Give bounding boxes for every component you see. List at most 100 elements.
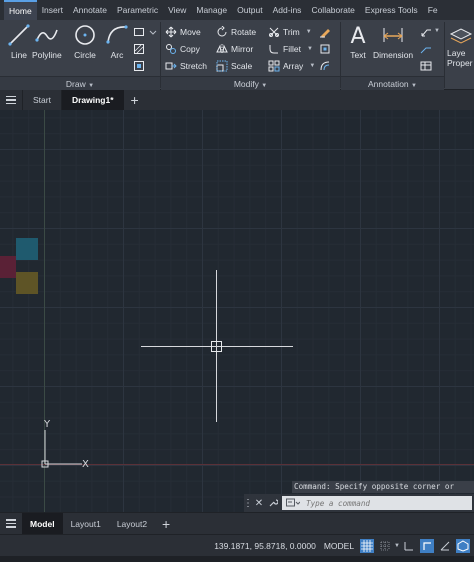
- command-input-box[interactable]: [282, 496, 472, 510]
- rotate-button[interactable]: Rotate: [216, 24, 256, 40]
- move-label: Move: [180, 27, 201, 37]
- tab-insert[interactable]: Insert: [37, 0, 68, 20]
- tab-featured[interactable]: Fe: [423, 0, 443, 20]
- layout-tab-layout2[interactable]: Layout2: [109, 513, 155, 535]
- chevron-down-icon[interactable]: [147, 26, 159, 38]
- copy-label: Copy: [180, 44, 200, 54]
- tab-view[interactable]: View: [163, 0, 191, 20]
- new-tab-button[interactable]: +: [124, 90, 146, 110]
- chevron-down-icon[interactable]: ▼: [306, 29, 312, 35]
- tab-home[interactable]: Home: [4, 0, 37, 20]
- layout-tab-bar: Model Layout1 Layout2 +: [0, 512, 474, 535]
- draw-group: Line Polyline Circle Arc Draw ▼: [0, 20, 160, 90]
- copy-icon: [166, 44, 176, 54]
- new-layout-button[interactable]: +: [155, 514, 177, 534]
- line-icon: [8, 24, 30, 46]
- plus-icon: +: [161, 515, 171, 532]
- tab-collaborate[interactable]: Collaborate: [306, 0, 359, 20]
- grid-toggle[interactable]: [360, 538, 375, 553]
- circle-button[interactable]: Circle: [72, 22, 98, 60]
- rotate-label: Rotate: [231, 27, 257, 37]
- chevron-down-icon[interactable]: ▼: [309, 63, 315, 69]
- tab-annotate[interactable]: Annotate: [68, 0, 112, 20]
- annotation-group-label[interactable]: Annotation ▼: [341, 76, 444, 90]
- copy-button[interactable]: Copy: [165, 41, 200, 57]
- hamburger-icon: [6, 95, 16, 98]
- tab-express-tools[interactable]: Express Tools: [360, 0, 423, 20]
- tab-manage[interactable]: Manage: [191, 0, 232, 20]
- layout-tab-layout1[interactable]: Layout1: [63, 513, 109, 535]
- hatch-icon[interactable]: [133, 43, 145, 55]
- ellipse-icon[interactable]: [133, 60, 145, 72]
- chevron-down-icon[interactable]: ▼: [394, 543, 400, 549]
- polyline-button[interactable]: Polyline: [32, 22, 62, 60]
- text-icon: A: [350, 24, 365, 48]
- chevron-down-icon[interactable]: ▼: [307, 46, 313, 52]
- ucs-x-label: X: [82, 459, 89, 468]
- annotation-label: Annotation: [368, 79, 409, 89]
- trim-label: Trim: [283, 27, 300, 37]
- fillet-button[interactable]: Fillet ▼: [268, 41, 313, 57]
- array-button[interactable]: Array ▼: [268, 58, 315, 74]
- ribbon-panel: Line Polyline Circle Arc Draw ▼ Move Rot…: [0, 20, 474, 90]
- modify-group: Move Rotate Trim ▼ Copy Mirror Fillet ▼: [161, 20, 340, 90]
- mirror-icon: [216, 44, 228, 54]
- polar-tracking-toggle[interactable]: [438, 539, 452, 553]
- line-button[interactable]: Line: [6, 22, 32, 60]
- chevron-down-icon: ▼: [411, 83, 417, 89]
- close-icon[interactable]: ✕: [252, 494, 266, 512]
- erase-icon[interactable]: [319, 26, 331, 38]
- move-button[interactable]: Move: [165, 24, 201, 40]
- text-button[interactable]: A Text: [345, 22, 371, 60]
- offset-icon[interactable]: [319, 60, 331, 72]
- dimension-button[interactable]: Dimension: [373, 22, 413, 60]
- grid-icon: [361, 539, 374, 552]
- drawing-canvas[interactable]: Y X: [0, 110, 474, 512]
- mirror-button[interactable]: Mirror: [216, 41, 253, 57]
- draw-label: Draw: [65, 79, 86, 89]
- constraint-icon: [404, 541, 413, 550]
- array-icon: [268, 60, 280, 72]
- snap-mode-button[interactable]: [378, 539, 392, 553]
- tab-parametric[interactable]: Parametric: [112, 0, 163, 20]
- cursor-coordinates[interactable]: 139.1871, 95.8718, 0.0000: [214, 541, 316, 551]
- file-tab-start[interactable]: Start: [22, 90, 61, 110]
- leader-icon[interactable]: [420, 43, 432, 55]
- fillet-label: Fillet: [283, 44, 301, 54]
- array-label: Array: [283, 61, 304, 71]
- isodraft-toggle[interactable]: [456, 538, 470, 553]
- modify-group-label[interactable]: Modify ▼: [161, 76, 340, 90]
- stretch-button[interactable]: Stretch: [165, 58, 207, 74]
- ucs-y-label: Y: [43, 419, 51, 430]
- chevron-down-icon[interactable]: ▼: [434, 28, 440, 34]
- window-bottom-edge: [0, 556, 474, 562]
- draw-group-label[interactable]: Draw ▼: [0, 76, 160, 90]
- rectangle-icon[interactable]: [133, 26, 145, 38]
- layout-tab-model[interactable]: Model: [22, 512, 63, 535]
- yellow-swatch: [16, 272, 38, 294]
- table-icon[interactable]: [420, 60, 432, 72]
- arc-button[interactable]: Arc: [104, 22, 130, 60]
- command-input[interactable]: [304, 498, 472, 508]
- file-tab-menu-button[interactable]: [0, 90, 22, 110]
- leader-icon[interactable]: [420, 26, 432, 38]
- grip-icon[interactable]: ⋮: [243, 494, 253, 512]
- customize-icon[interactable]: [266, 494, 280, 512]
- recent-commands-icon[interactable]: [282, 496, 304, 510]
- tab-output[interactable]: Output: [232, 0, 268, 20]
- fillet-icon: [269, 45, 278, 54]
- layout-menu-button[interactable]: [0, 514, 22, 534]
- layer-properties-button[interactable]: Laye Proper: [447, 22, 473, 68]
- infer-constraints-button[interactable]: [402, 539, 416, 553]
- explode-icon[interactable]: [319, 43, 331, 55]
- rotate-icon: [217, 26, 227, 37]
- file-tab-drawing1[interactable]: Drawing1*: [60, 90, 124, 110]
- trim-button[interactable]: Trim ▼: [268, 24, 312, 40]
- hamburger-icon: [6, 519, 16, 521]
- tab-add-ins[interactable]: Add-ins: [268, 0, 307, 20]
- ortho-toggle[interactable]: [420, 538, 434, 553]
- chevron-down-icon: ▼: [88, 83, 95, 89]
- model-space-toggle[interactable]: MODEL: [324, 541, 354, 551]
- plus-icon: +: [130, 92, 139, 108]
- scale-button[interactable]: Scale: [216, 58, 252, 74]
